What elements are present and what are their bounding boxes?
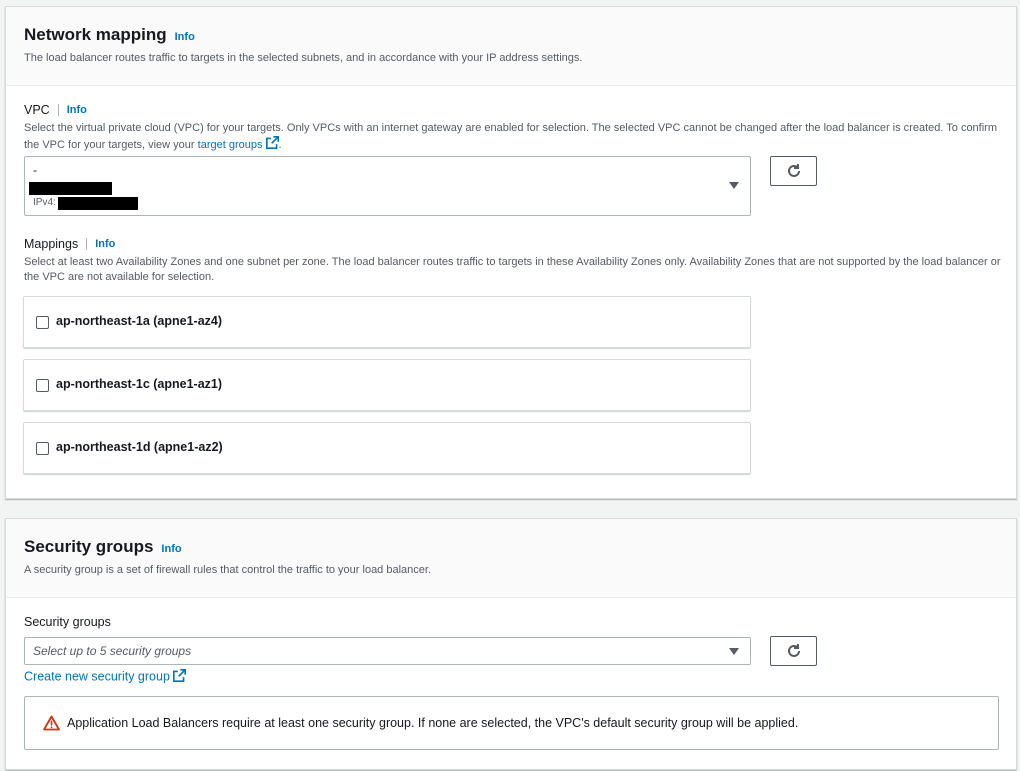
az-card-1d[interactable]: ap-northeast-1d (apne1-az2) — [23, 422, 751, 474]
network-mapping-header: Network mapping Info The load balancer r… — [6, 7, 1016, 86]
az-checkbox-1d[interactable] — [36, 442, 49, 455]
vpc-id-redacted — [29, 182, 112, 195]
security-groups-panel: Security groups Info A security group is… — [5, 518, 1017, 770]
security-groups-refresh-button[interactable] — [770, 636, 817, 666]
security-groups-field-label: Security groups — [24, 615, 111, 629]
az-label-1d: ap-northeast-1d (apne1-az2) — [56, 440, 223, 454]
warning-icon — [43, 715, 60, 736]
vpc-description: Select the virtual private cloud (VPC) f… — [24, 121, 1004, 154]
external-link-icon[interactable] — [265, 136, 279, 154]
create-security-group-link[interactable]: Create new security group — [24, 669, 170, 683]
network-mapping-info-link[interactable]: Info — [175, 31, 195, 43]
security-groups-title: Security groups — [24, 537, 154, 556]
vpc-info-link[interactable]: Info — [67, 104, 87, 116]
mappings-info-link[interactable]: Info — [95, 238, 115, 250]
external-link-icon[interactable] — [173, 669, 187, 685]
vpc-ipv4-redacted — [58, 197, 138, 210]
vpc-description-text: Select the virtual private cloud (VPC) f… — [24, 122, 998, 151]
chevron-down-icon — [729, 648, 739, 655]
security-groups-info-link[interactable]: Info — [161, 543, 181, 555]
az-card-1c[interactable]: ap-northeast-1c (apne1-az1) — [23, 359, 751, 411]
refresh-icon — [787, 164, 800, 177]
network-mapping-description: The load balancer routes traffic to targ… — [24, 52, 583, 64]
vpc-label-row: VPC Info — [24, 103, 1004, 117]
create-security-group-row: Create new security group — [24, 669, 187, 685]
mappings-label-row: Mappings Info — [24, 237, 1004, 251]
vpc-description-end: . — [278, 138, 282, 151]
vpc-selected-name: - — [33, 163, 37, 177]
mappings-description: Select at least two Availability Zones a… — [24, 256, 1001, 283]
warning-text: Application Load Balancers require at le… — [67, 716, 799, 730]
az-checkbox-1c[interactable] — [36, 379, 49, 392]
refresh-icon — [787, 644, 800, 657]
target-groups-link[interactable]: target groups — [198, 139, 263, 151]
az-checkbox-1a[interactable] — [36, 316, 49, 329]
network-mapping-title: Network mapping — [24, 25, 167, 44]
security-groups-select[interactable]: Select up to 5 security groups — [24, 637, 751, 665]
security-groups-description: A security group is a set of firewall ru… — [24, 564, 432, 576]
az-card-1a[interactable]: ap-northeast-1a (apne1-az4) — [23, 296, 751, 348]
security-group-warning-alert: Application Load Balancers require at le… — [24, 696, 999, 750]
security-groups-header: Security groups Info A security group is… — [6, 519, 1016, 598]
mappings-label-divider — [86, 238, 88, 250]
security-groups-placeholder: Select up to 5 security groups — [33, 644, 192, 658]
az-label-1a: ap-northeast-1a (apne1-az4) — [56, 314, 223, 328]
network-mapping-panel: Network mapping Info The load balancer r… — [5, 6, 1017, 499]
vpc-refresh-button[interactable] — [770, 156, 817, 186]
vpc-label-divider — [57, 104, 59, 116]
vpc-select[interactable]: - IPv4: — [24, 156, 751, 216]
mappings-label: Mappings — [24, 237, 79, 251]
vpc-ipv4-label: IPv4: — [33, 197, 56, 208]
az-label-1c: ap-northeast-1c (apne1-az1) — [56, 377, 223, 391]
chevron-down-icon — [729, 182, 739, 189]
vpc-label: VPC — [24, 103, 50, 117]
